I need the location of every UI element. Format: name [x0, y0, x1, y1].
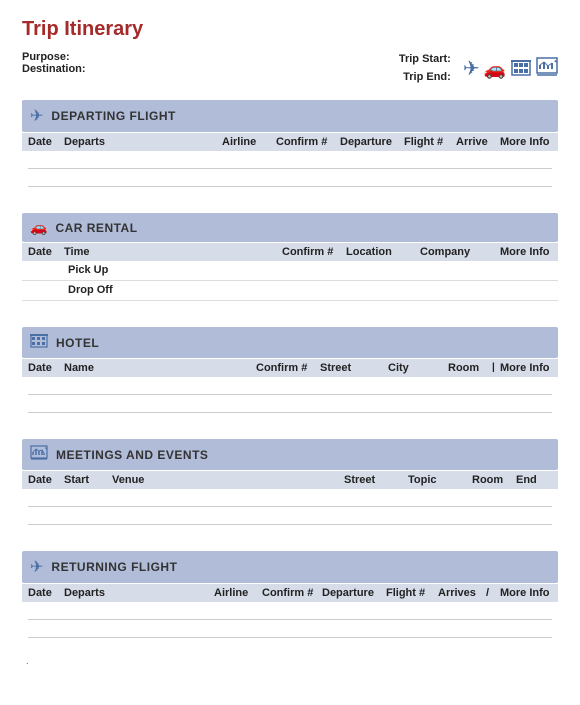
top-right: Trip Start: Trip End: ✈ 🚗: [399, 51, 558, 86]
car-icon: 🚗: [484, 60, 506, 78]
departing-flight-title: DEPARTING FLIGHT: [51, 109, 175, 123]
col-confirm: Confirm #: [262, 587, 322, 599]
col-room: Room: [472, 474, 516, 486]
col-departs: Departs: [64, 587, 214, 599]
col-start: Start: [64, 474, 112, 486]
col-flight: Flight #: [404, 136, 456, 148]
pickup-label: Pick Up: [68, 264, 108, 277]
col-time: Time: [64, 246, 282, 258]
col-date: Date: [28, 246, 64, 258]
top-left: Purpose: Destination:: [22, 51, 86, 75]
hotel-columns: Date Name Confirm # Street City Room | M…: [22, 359, 558, 377]
departing-row-2: [28, 169, 552, 187]
col-confirm: Confirm #: [282, 246, 346, 258]
col-street: Street: [344, 474, 408, 486]
destination-label: Destination:: [22, 63, 86, 75]
hotel-icon: [510, 57, 532, 80]
plane-icon: ✈: [463, 59, 480, 79]
col-company: Company: [420, 246, 500, 258]
returning-flight-title: RETURNING FLIGHT: [51, 560, 177, 574]
hotel-section: HOTEL Date Name Confirm # Street City Ro…: [22, 327, 558, 421]
car-rental-title: CAR RENTAL: [55, 221, 137, 235]
col-confirm: Confirm #: [256, 362, 320, 374]
col-dot: |: [492, 362, 500, 374]
meetings-columns: Date Start Venue Street Topic Room End: [22, 471, 558, 489]
hotel-row-1: [28, 377, 552, 395]
meetings-section: MEETINGS AND EVENTS Date Start Venue Str…: [22, 439, 558, 533]
trip-end-label: Trip End:: [399, 69, 451, 87]
page-title: Trip Itinerary: [22, 18, 558, 41]
hotel-title: HOTEL: [56, 336, 99, 350]
col-departure: Departure: [340, 136, 404, 148]
col-more-info: More Info: [500, 587, 552, 599]
col-flight: Flight #: [386, 587, 438, 599]
col-date: Date: [28, 587, 64, 599]
meetings-icon: [30, 445, 48, 464]
col-departs: Departs: [64, 136, 222, 148]
col-venue: Venue: [112, 474, 344, 486]
departing-flight-header: ✈ DEPARTING FLIGHT: [22, 100, 558, 132]
departing-row-1: [28, 151, 552, 169]
col-name: Name: [64, 362, 256, 374]
col-room: Room: [448, 362, 492, 374]
meetings-header: MEETINGS AND EVENTS: [22, 439, 558, 470]
col-location: Location: [346, 246, 420, 258]
pickup-row: Pick Up: [22, 261, 558, 281]
trip-start-label: Trip Start:: [399, 51, 451, 69]
col-more-info: More Info: [500, 246, 552, 258]
col-confirm: Confirm #: [276, 136, 340, 148]
col-more-info: More Info: [500, 362, 552, 374]
col-airline: Airline: [222, 136, 276, 148]
col-departure: Departure: [322, 587, 386, 599]
hotel-row-2: [28, 395, 552, 413]
trip-dates: Trip Start: Trip End:: [399, 51, 451, 86]
departing-flight-section: ✈ DEPARTING FLIGHT Date Departs Airline …: [22, 100, 558, 195]
col-city: City: [388, 362, 448, 374]
footer-dot: .: [26, 656, 558, 666]
col-arrives: Arrives: [438, 587, 486, 599]
trip-icons: ✈ 🚗: [463, 57, 558, 80]
col-airline: Airline: [214, 587, 262, 599]
col-arrive: Arrive: [456, 136, 500, 148]
hotel-header: HOTEL: [22, 327, 558, 358]
car-rental-header: 🚗 CAR RENTAL: [22, 213, 558, 242]
col-topic: Topic: [408, 474, 472, 486]
purpose-label: Purpose:: [22, 51, 70, 63]
departing-flight-columns: Date Departs Airline Confirm # Departure…: [22, 133, 558, 151]
returning-flight-columns: Date Departs Airline Confirm # Departure…: [22, 584, 558, 602]
returning-row-2: [28, 620, 552, 638]
returning-row-1: [28, 602, 552, 620]
returning-flight-section: ✈ RETURNING FLIGHT Date Departs Airline …: [22, 551, 558, 638]
col-end: End: [516, 474, 552, 486]
meetings-title: MEETINGS AND EVENTS: [56, 448, 208, 462]
returning-flight-header: ✈ RETURNING FLIGHT: [22, 551, 558, 583]
col-slash: /: [486, 587, 500, 599]
dropoff-label: Drop Off: [68, 284, 113, 297]
car-rental-columns: Date Time Confirm # Location Company Mor…: [22, 243, 558, 261]
col-date: Date: [28, 362, 64, 374]
top-info: Purpose: Destination: Trip Start: Trip E…: [22, 51, 558, 86]
meetings-row-2: [28, 507, 552, 525]
car-rental-icon: 🚗: [30, 219, 47, 236]
chart-icon: [536, 57, 558, 80]
meetings-row-1: [28, 489, 552, 507]
hotel-section-icon: [30, 333, 48, 352]
dropoff-row: Drop Off: [22, 281, 558, 301]
departing-plane-icon: ✈: [30, 106, 43, 126]
col-street: Street: [320, 362, 388, 374]
car-rental-section: 🚗 CAR RENTAL Date Time Confirm # Locatio…: [22, 213, 558, 309]
col-date: Date: [28, 136, 64, 148]
returning-plane-icon: ✈: [30, 557, 43, 577]
col-date: Date: [28, 474, 64, 486]
col-more-info: More Info: [500, 136, 552, 148]
